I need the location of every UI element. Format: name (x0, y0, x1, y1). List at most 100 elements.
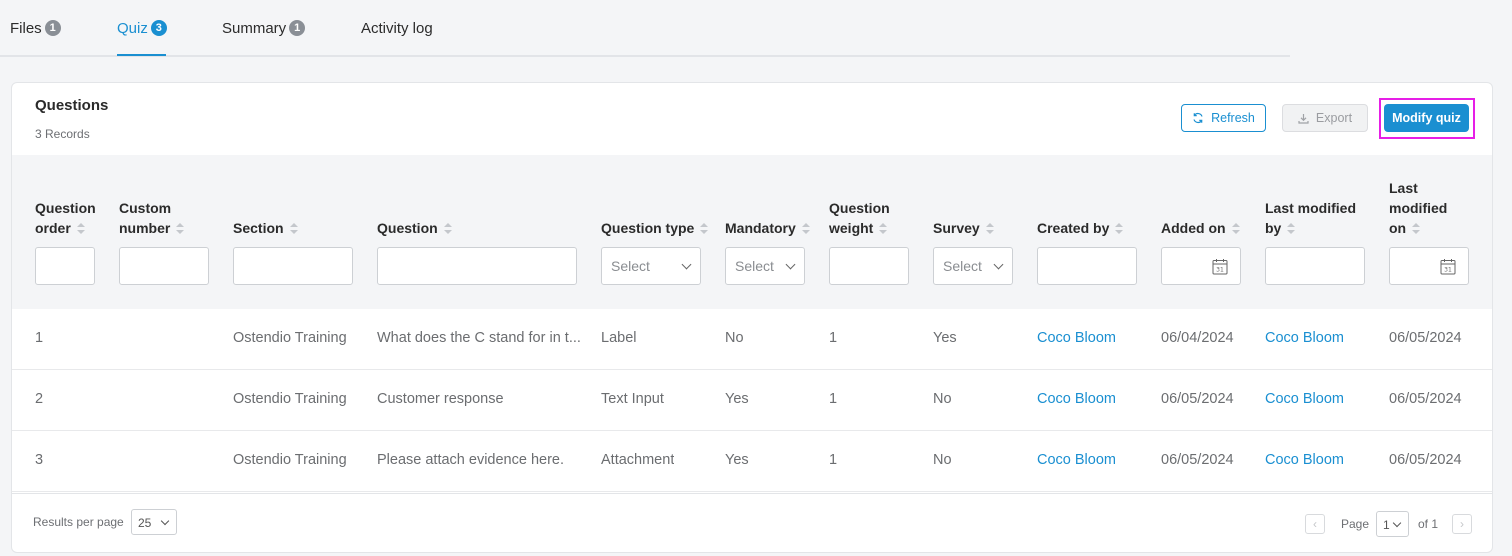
chevron-down-icon (681, 259, 692, 270)
cell-added-on: 06/05/2024 (1161, 391, 1234, 407)
sort-icon[interactable] (176, 223, 185, 235)
filter-section[interactable] (233, 247, 353, 285)
sort-icon[interactable] (700, 223, 709, 235)
sort-icon[interactable] (1287, 223, 1296, 235)
tab-label: Summary (222, 19, 287, 37)
calendar-icon[interactable]: 31 (1440, 258, 1456, 275)
filter-last-modified-by[interactable] (1265, 247, 1365, 285)
sort-icon[interactable] (1115, 223, 1124, 235)
column-header-question-order[interactable]: Question order (35, 198, 96, 238)
chevron-down-icon (993, 259, 1004, 270)
column-header-question-weight[interactable]: Question weight (829, 198, 890, 238)
page-total-label: of 1 (1418, 517, 1439, 531)
filter-mandatory-select[interactable]: Select (725, 247, 805, 285)
filter-custom-number[interactable] (119, 247, 209, 285)
results-per-page-select[interactable]: 25 (131, 509, 177, 535)
cell-section: Ostendio Training (233, 330, 347, 346)
column-header-question[interactable]: Question (377, 218, 452, 238)
cell-mandatory: Yes (725, 452, 749, 468)
table-row[interactable]: 3 Ostendio Training Please attach eviden… (12, 431, 1492, 492)
sort-icon[interactable] (1231, 223, 1240, 235)
cell-modified-by-link[interactable]: Coco Bloom (1265, 330, 1344, 346)
cell-added-on: 06/05/2024 (1161, 452, 1234, 468)
refresh-button[interactable]: Refresh (1181, 104, 1266, 132)
cell-created-by-link[interactable]: Coco Bloom (1037, 452, 1116, 468)
sort-icon[interactable] (76, 223, 85, 235)
svg-text:31: 31 (1444, 267, 1452, 274)
tab-files[interactable]: Files 1 (10, 18, 61, 38)
column-header-last-modified-on[interactable]: Last modified on (1389, 178, 1447, 238)
count-badge: 3 (150, 20, 167, 36)
filter-question[interactable] (377, 247, 577, 285)
prev-page-button[interactable]: ‹ (1305, 514, 1325, 534)
modify-quiz-label: Modify quiz (1392, 111, 1461, 125)
column-header-question-type[interactable]: Question type (601, 218, 709, 238)
modify-quiz-button[interactable]: Modify quiz (1384, 104, 1469, 132)
header-line: by (1265, 220, 1282, 236)
table-row[interactable]: 1 Ostendio Training What does the C stan… (12, 309, 1492, 370)
sort-icon[interactable] (801, 223, 810, 235)
cell-question-type: Text Input (601, 391, 664, 407)
results-per-page-value: 25 (138, 516, 152, 530)
cell-section: Ostendio Training (233, 452, 347, 468)
column-header-created-by[interactable]: Created by (1037, 218, 1124, 238)
sort-icon[interactable] (985, 223, 994, 235)
column-header-last-modified-by[interactable]: Last modified by (1265, 198, 1356, 238)
column-header-custom-number[interactable]: Custom number (119, 198, 185, 238)
cell-question: What does the C stand for in t... (377, 330, 581, 346)
cell-section: Ostendio Training (233, 391, 347, 407)
cell-survey: Yes (933, 330, 957, 346)
sort-icon[interactable] (443, 223, 452, 235)
svg-text:31: 31 (1216, 267, 1224, 274)
filter-question-type-select[interactable]: Select (601, 247, 701, 285)
filter-added-on-date[interactable]: 31 (1161, 247, 1241, 285)
cell-question: Customer response (377, 391, 504, 407)
column-header-added-on[interactable]: Added on (1161, 218, 1240, 238)
cell-modified-by-link[interactable]: Coco Bloom (1265, 452, 1344, 468)
cell-added-on: 06/04/2024 (1161, 330, 1234, 346)
page-select[interactable]: 1 (1376, 511, 1409, 537)
column-header-mandatory[interactable]: Mandatory (725, 218, 810, 238)
column-header-survey[interactable]: Survey (933, 218, 994, 238)
header-line: number (119, 220, 171, 236)
tab-quiz[interactable]: Quiz 3 (117, 18, 167, 38)
calendar-icon[interactable]: 31 (1212, 258, 1228, 275)
filter-question-order[interactable] (35, 247, 95, 285)
cell-mandatory: No (725, 330, 744, 346)
filter-created-by[interactable] (1037, 247, 1137, 285)
tab-activity-log[interactable]: Activity log (361, 18, 433, 38)
cell-modified-on: 06/05/2024 (1389, 391, 1462, 407)
count-badge: 1 (44, 20, 61, 36)
tab-label: Quiz (117, 19, 148, 37)
cell-weight: 1 (829, 330, 838, 346)
sort-icon[interactable] (289, 223, 298, 235)
filter-last-modified-on-date[interactable]: 31 (1389, 247, 1469, 285)
sort-icon[interactable] (1412, 223, 1421, 235)
card-title: Questions (35, 97, 109, 114)
header-line: Section (233, 220, 284, 236)
header-line: on (1389, 220, 1407, 236)
select-placeholder: Select (611, 258, 650, 274)
cell-weight: 1 (829, 452, 838, 468)
refresh-icon (1193, 112, 1203, 124)
export-label: Export (1315, 111, 1353, 125)
cell-survey: No (933, 391, 952, 407)
tab-summary[interactable]: Summary 1 (222, 18, 306, 38)
export-button[interactable]: Export (1282, 104, 1368, 132)
next-page-button[interactable]: › (1452, 514, 1472, 534)
cell-created-by-link[interactable]: Coco Bloom (1037, 330, 1116, 346)
refresh-label: Refresh (1211, 111, 1255, 125)
header-line: Last modified (1265, 200, 1357, 216)
sort-icon[interactable] (879, 223, 888, 235)
header-line: Question (829, 200, 890, 216)
cell-created-by-link[interactable]: Coco Bloom (1037, 391, 1116, 407)
chevron-down-icon (1392, 518, 1402, 528)
select-placeholder: Select (943, 258, 982, 274)
column-header-section[interactable]: Section (233, 218, 298, 238)
cell-modified-by-link[interactable]: Coco Bloom (1265, 391, 1344, 407)
filter-survey-select[interactable]: Select (933, 247, 1013, 285)
filter-question-weight[interactable] (829, 247, 909, 285)
header-line: Question type (601, 220, 695, 236)
table-row[interactable]: 2 Ostendio Training Customer response Te… (12, 370, 1492, 431)
results-per-page-label: Results per page (33, 515, 124, 529)
